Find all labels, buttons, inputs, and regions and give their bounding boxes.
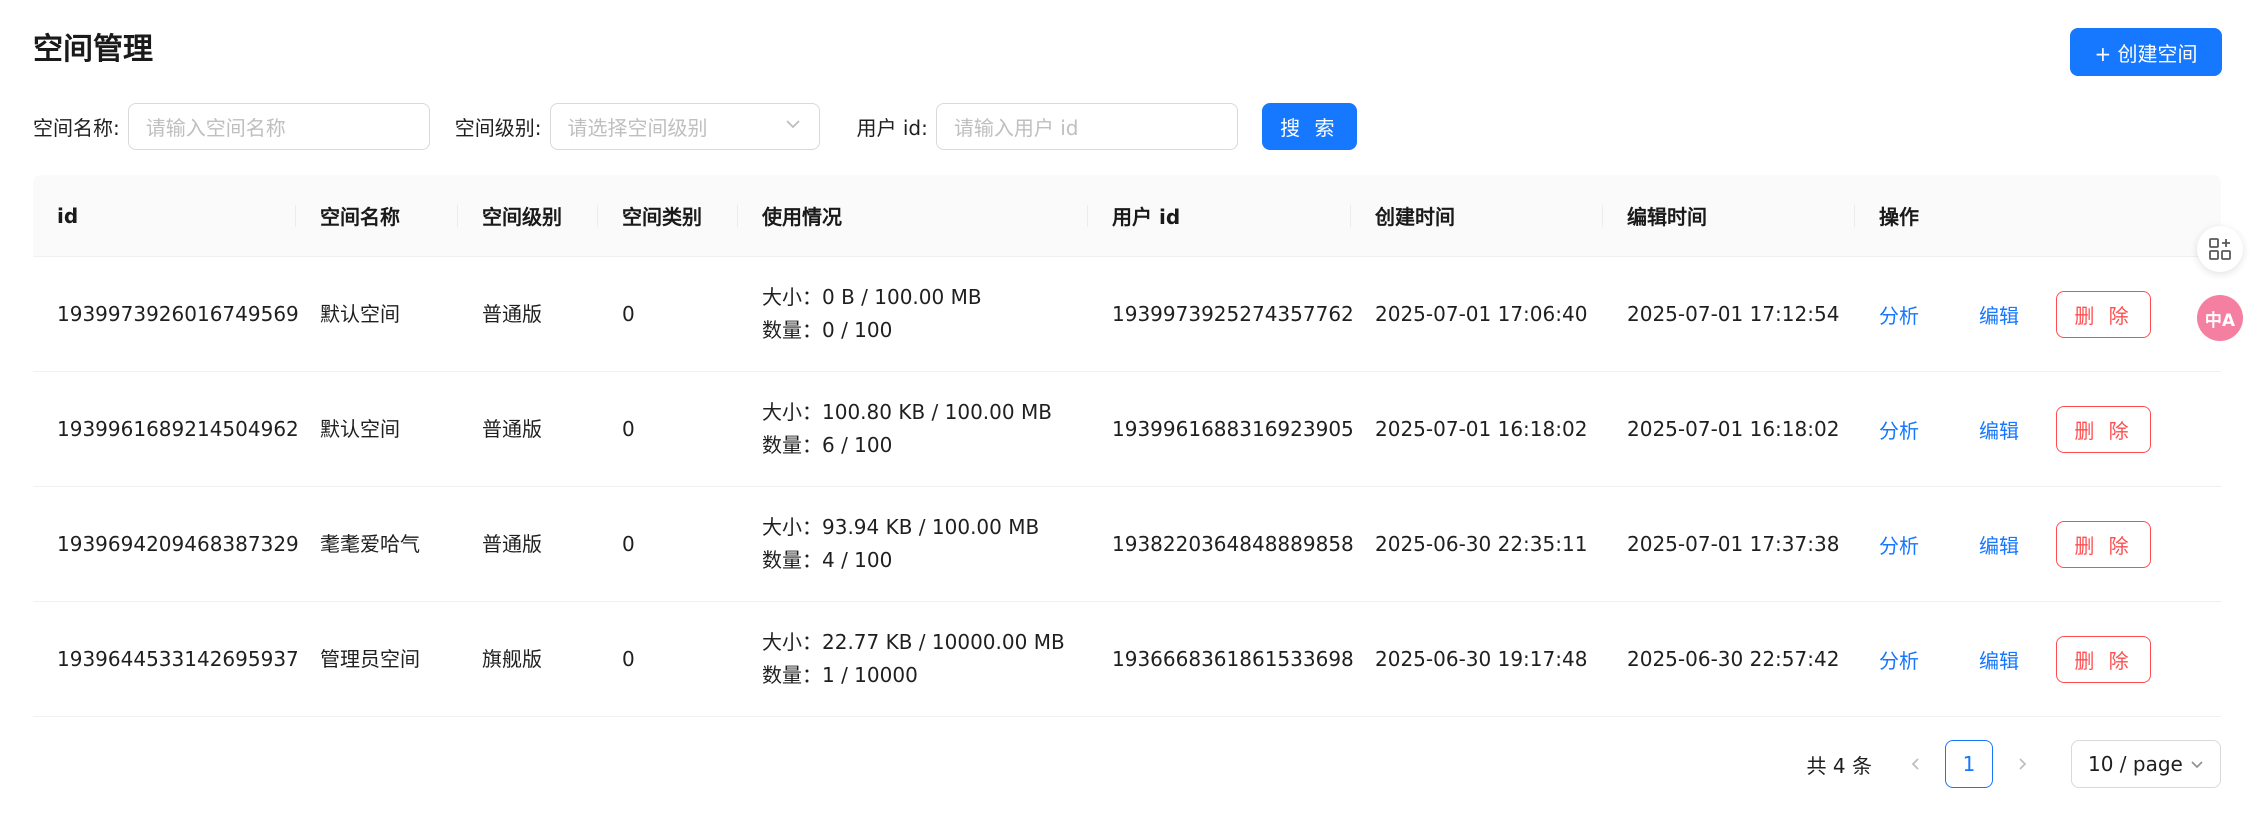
chevron-down-icon xyxy=(784,115,802,138)
table-header: id 空间名称 空间级别 空间类别 使用情况 用户 id 创建时间 编辑时间 操… xyxy=(33,175,2221,257)
page-size-value: 10 / page xyxy=(2088,752,2183,776)
cell-created: 2025-07-01 17:06:40 xyxy=(1375,301,1588,326)
cell-name: 管理员空间 xyxy=(320,646,420,671)
cell-usage: 大小：22.77 KB / 10000.00 MB 数量：1 / 10000 xyxy=(738,626,1088,692)
spaces-table: id 空间名称 空间级别 空间类别 使用情况 用户 id 创建时间 编辑时间 操… xyxy=(33,175,2221,717)
cell-actions: 分析 编辑 删 除 xyxy=(1855,602,2221,716)
chevron-right-icon[interactable] xyxy=(1998,740,2046,788)
search-button[interactable]: 搜 索 xyxy=(1261,103,1357,150)
column-header-name: 空间名称 xyxy=(296,175,458,256)
page-number-current[interactable]: 1 xyxy=(1945,740,1993,788)
cell-type: 0 xyxy=(622,531,635,556)
pagination: 共 4 条 1 10 / page xyxy=(1807,740,2221,788)
create-space-button[interactable]: + 创建空间 xyxy=(2070,28,2222,76)
table-row: 1939973926016749569 默认空间 普通版 0 大小：0 B / … xyxy=(33,257,2221,372)
space-name-input[interactable]: 请输入空间名称 xyxy=(127,103,430,150)
cell-name: 默认空间 xyxy=(320,416,400,441)
apps-grid-icon[interactable] xyxy=(2197,226,2243,272)
cell-type: 0 xyxy=(622,646,635,671)
user-id-label: 用户 id: xyxy=(856,116,928,140)
cell-actions: 分析 编辑 删 除 xyxy=(1855,257,2221,371)
column-header-usage: 使用情况 xyxy=(738,175,1088,256)
usage-count: 数量：0 / 100 xyxy=(762,318,893,342)
cell-created: 2025-07-01 16:18:02 xyxy=(1375,416,1588,441)
usage-size: 大小：0 B / 100.00 MB xyxy=(762,285,982,309)
chevron-left-icon[interactable] xyxy=(1892,740,1940,788)
cell-edited: 2025-07-01 17:37:38 xyxy=(1627,531,1840,556)
page-title: 空间管理 xyxy=(33,32,153,67)
usage-count: 数量：1 / 10000 xyxy=(762,663,918,687)
cell-level: 普通版 xyxy=(482,531,542,556)
table-row: 1939644533142695937 管理员空间 旗舰版 0 大小：22.77… xyxy=(33,602,2221,717)
cell-user-id: 1938220364848889858 xyxy=(1112,531,1354,556)
cell-created: 2025-06-30 19:17:48 xyxy=(1375,646,1588,671)
space-name-label: 空间名称: xyxy=(33,116,120,140)
delete-button[interactable]: 删 除 xyxy=(2056,635,2151,683)
cell-name: 默认空间 xyxy=(320,301,400,326)
cell-created: 2025-06-30 22:35:11 xyxy=(1375,531,1588,556)
usage-size: 大小：93.94 KB / 100.00 MB xyxy=(762,515,1040,539)
column-header-created: 创建时间 xyxy=(1351,175,1603,256)
cell-level: 普通版 xyxy=(482,301,542,326)
edit-link[interactable]: 编辑 xyxy=(1979,300,2019,329)
column-header-edited: 编辑时间 xyxy=(1603,175,1855,256)
cell-user-id: 1939961688316923905 xyxy=(1112,416,1354,441)
column-header-user-id: 用户 id xyxy=(1088,175,1351,256)
cell-level: 旗舰版 xyxy=(482,646,542,671)
cell-edited: 2025-06-30 22:57:42 xyxy=(1627,646,1840,671)
delete-button[interactable]: 删 除 xyxy=(2056,520,2151,568)
delete-button[interactable]: 删 除 xyxy=(2056,290,2151,338)
total-count: 共 4 条 xyxy=(1806,753,1872,778)
space-level-label: 空间级别: xyxy=(454,116,542,140)
cell-actions: 分析 编辑 删 除 xyxy=(1855,487,2221,601)
column-header-id: id xyxy=(33,175,296,256)
usage-count: 数量：6 / 100 xyxy=(762,433,893,457)
usage-count: 数量：4 / 100 xyxy=(762,548,893,572)
space-level-placeholder: 请选择空间级别 xyxy=(567,116,708,140)
analyze-link[interactable]: 分析 xyxy=(1879,415,1919,444)
column-header-level: 空间级别 xyxy=(458,175,598,256)
cell-name: 耄耄爱哈气 xyxy=(320,531,420,556)
edit-link[interactable]: 编辑 xyxy=(1979,645,2019,674)
delete-button[interactable]: 删 除 xyxy=(2056,405,2151,453)
cell-type: 0 xyxy=(622,301,635,326)
page-size-select[interactable]: 10 / page xyxy=(2071,740,2221,788)
cell-edited: 2025-07-01 16:18:02 xyxy=(1627,416,1840,441)
edit-link[interactable]: 编辑 xyxy=(1979,530,2019,559)
cell-user-id: 1939973925274357762 xyxy=(1112,301,1354,326)
cell-id: 1939694209468387329 xyxy=(57,531,299,556)
cell-level: 普通版 xyxy=(482,416,542,441)
user-id-input[interactable]: 请输入用户 id xyxy=(935,103,1238,150)
cell-type: 0 xyxy=(622,416,635,441)
cell-user-id: 1936668361861533698 xyxy=(1112,646,1354,671)
edit-link[interactable]: 编辑 xyxy=(1979,415,2019,444)
analyze-link[interactable]: 分析 xyxy=(1879,300,1919,329)
cell-usage: 大小：0 B / 100.00 MB 数量：0 / 100 xyxy=(738,281,1088,347)
column-header-actions: 操作 xyxy=(1879,205,1919,229)
analyze-link[interactable]: 分析 xyxy=(1879,530,1919,559)
translate-icon[interactable]: 中A xyxy=(2197,295,2243,341)
space-level-select[interactable]: 请选择空间级别 xyxy=(549,103,820,150)
analyze-link[interactable]: 分析 xyxy=(1879,645,1919,674)
chevron-down-icon xyxy=(2190,752,2204,776)
filter-bar: 空间名称: 请输入空间名称 空间级别: 请选择空间级别 用户 id: 请输入用户… xyxy=(33,103,1357,150)
usage-size: 大小：22.77 KB / 10000.00 MB xyxy=(762,630,1065,654)
table-row: 1939961689214504962 默认空间 普通版 0 大小：100.80… xyxy=(33,372,2221,487)
table-row: 1939694209468387329 耄耄爱哈气 普通版 0 大小：93.94… xyxy=(33,487,2221,602)
cell-edited: 2025-07-01 17:12:54 xyxy=(1627,301,1840,326)
usage-size: 大小：100.80 KB / 100.00 MB xyxy=(762,400,1052,424)
column-header-type: 空间类别 xyxy=(598,175,738,256)
cell-actions: 分析 编辑 删 除 xyxy=(1855,372,2221,486)
cell-id: 1939644533142695937 xyxy=(57,646,299,671)
cell-usage: 大小：100.80 KB / 100.00 MB 数量：6 / 100 xyxy=(738,396,1088,462)
cell-usage: 大小：93.94 KB / 100.00 MB 数量：4 / 100 xyxy=(738,511,1088,577)
cell-id: 1939973926016749569 xyxy=(57,301,299,326)
cell-id: 1939961689214504962 xyxy=(57,416,299,441)
translate-text: 中A xyxy=(2204,310,2236,331)
